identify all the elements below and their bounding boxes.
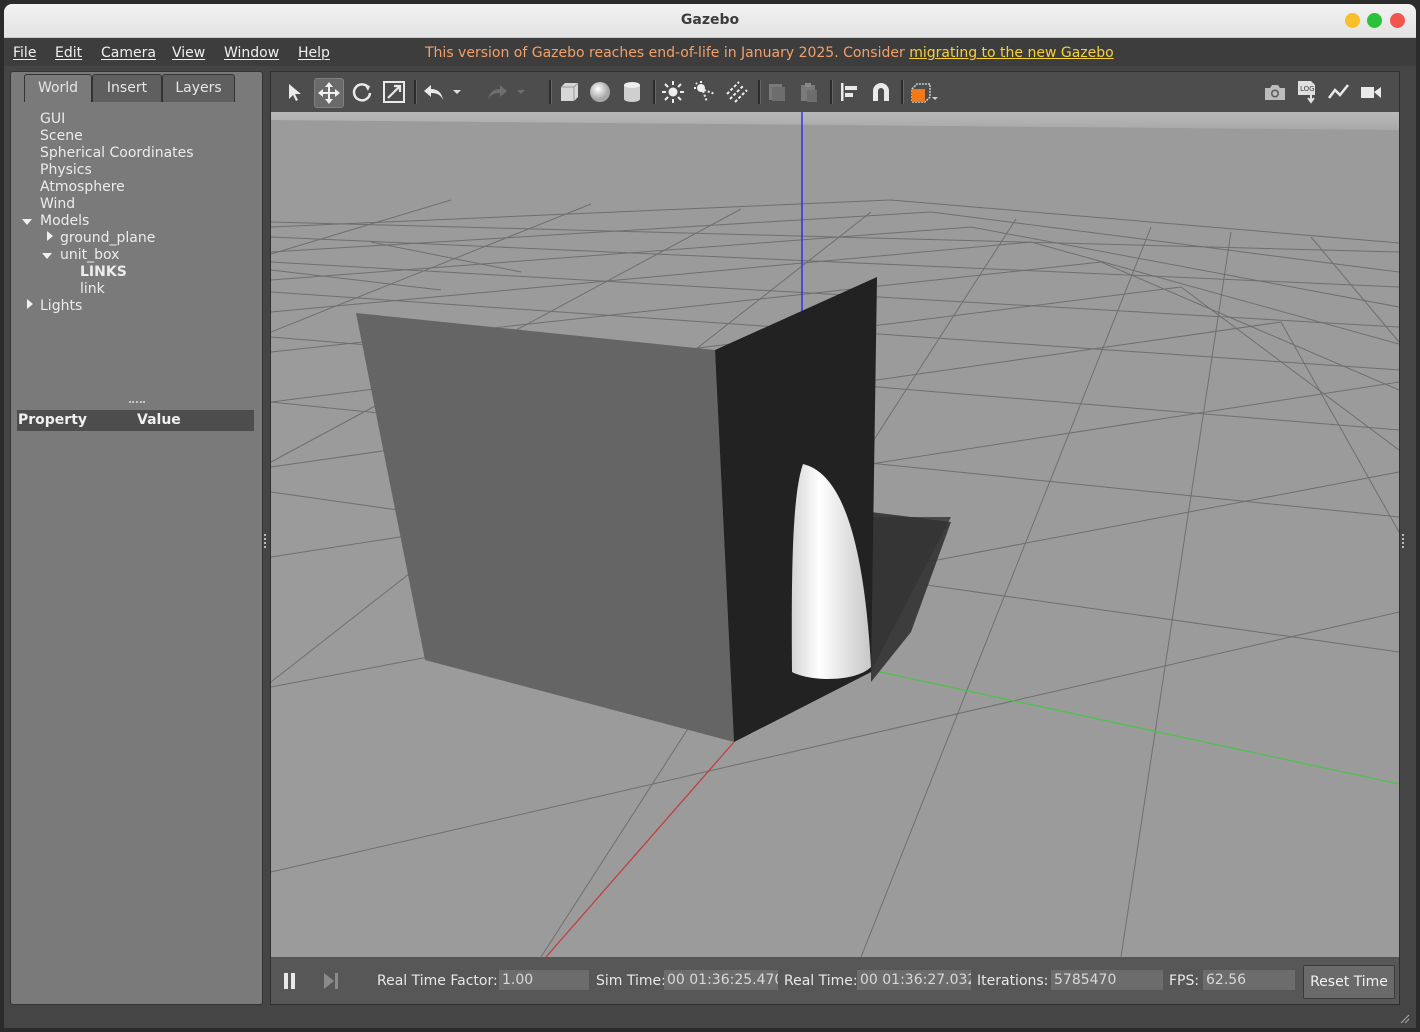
tree-item-spherical-coordinates[interactable]: Spherical Coordinates xyxy=(40,145,194,162)
directional-light-icon[interactable] xyxy=(723,78,751,106)
render-panel: LOG Real Time Factor: 1.00 Sim Time: 00 … xyxy=(270,71,1400,1005)
pause-icon[interactable] xyxy=(283,973,297,989)
gazebo-window: Gazebo File Edit Camera View Window Help… xyxy=(4,4,1416,1028)
translate-icon[interactable] xyxy=(314,78,344,108)
lights-expand-icon[interactable] xyxy=(27,299,33,309)
sim-time-label: Sim Time: xyxy=(596,973,666,989)
right-splitter-handle[interactable] xyxy=(1402,534,1406,548)
property-table-header: Property Value xyxy=(17,410,254,431)
tree-item-lights[interactable]: Lights xyxy=(40,298,82,315)
snap-icon[interactable] xyxy=(867,78,895,106)
tab-world[interactable]: World xyxy=(24,74,92,102)
toolbar-separator xyxy=(901,80,904,104)
eol-notice-text: This version of Gazebo reaches end-of-li… xyxy=(425,45,910,61)
tree-item-models[interactable]: Models xyxy=(40,213,89,230)
iterations-value: 5785470 xyxy=(1051,970,1163,990)
sphere-icon[interactable] xyxy=(586,78,614,106)
left-splitter-handle[interactable] xyxy=(264,534,268,548)
fps-value: 62.56 xyxy=(1203,970,1295,990)
menu-camera[interactable]: Camera xyxy=(101,45,156,61)
align-icon[interactable] xyxy=(835,78,863,106)
copy-icon[interactable] xyxy=(763,78,791,106)
tree-item-scene[interactable]: Scene xyxy=(40,128,83,145)
redo-dropdown-icon[interactable] xyxy=(514,78,528,106)
toolbar-separator xyxy=(414,80,417,104)
tab-insert[interactable]: Insert xyxy=(92,74,162,102)
view-angle-icon[interactable] xyxy=(907,78,941,106)
tree-item-wind[interactable]: Wind xyxy=(40,196,75,213)
real-time-factor-value: 1.00 xyxy=(499,970,589,990)
rotate-icon[interactable] xyxy=(348,78,376,106)
toolbar-separator xyxy=(549,80,552,104)
menu-file[interactable]: File xyxy=(13,45,36,61)
real-time-value: 00 01:36:27.032 xyxy=(857,970,971,990)
plot-icon[interactable] xyxy=(1325,78,1353,106)
reset-time-button[interactable]: Reset Time xyxy=(1303,965,1395,999)
ground-plane-expand-icon[interactable] xyxy=(47,231,53,241)
log-icon[interactable]: LOG xyxy=(1293,78,1321,106)
paste-icon[interactable] xyxy=(795,78,823,106)
window-title: Gazebo xyxy=(680,12,740,28)
tree-item-physics[interactable]: Physics xyxy=(40,162,92,179)
iterations-label: Iterations: xyxy=(977,973,1049,989)
step-icon[interactable] xyxy=(323,973,339,989)
time-panel: Real Time Factor: 1.00 Sim Time: 00 01:3… xyxy=(271,957,1399,1004)
video-record-icon[interactable] xyxy=(1357,78,1385,106)
tree-item-gui[interactable]: GUI xyxy=(40,111,65,128)
close-button[interactable] xyxy=(1390,13,1405,28)
undo-dropdown-icon[interactable] xyxy=(450,78,464,106)
point-light-icon[interactable] xyxy=(659,78,687,106)
scale-icon[interactable] xyxy=(380,78,408,106)
tree-item-unit-box[interactable]: unit_box xyxy=(60,247,119,264)
main-toolbar: LOG xyxy=(271,72,1399,112)
eol-notice: This version of Gazebo reaches end-of-li… xyxy=(425,45,1114,61)
resize-grip-icon[interactable] xyxy=(1398,1012,1410,1024)
real-time-label: Real Time: xyxy=(784,973,858,989)
maximize-button[interactable] xyxy=(1367,13,1382,28)
panel-splitter-grip[interactable] xyxy=(129,401,145,406)
value-column-header: Value xyxy=(137,412,181,428)
undo-icon[interactable] xyxy=(420,78,448,106)
3d-viewport[interactable] xyxy=(271,112,1399,957)
box-icon[interactable] xyxy=(555,78,583,106)
left-panel: World Insert Layers GUI Scene Spherical … xyxy=(10,71,263,1005)
real-time-factor-label: Real Time Factor: xyxy=(377,973,498,989)
title-bar: Gazebo xyxy=(4,4,1416,38)
sim-time-value: 00 01:36:25.470 xyxy=(664,970,778,990)
redo-icon[interactable] xyxy=(483,78,511,106)
property-column-header: Property xyxy=(18,412,88,428)
screenshot-icon[interactable] xyxy=(1261,78,1289,106)
tree-item-atmosphere[interactable]: Atmosphere xyxy=(40,179,125,196)
menu-help[interactable]: Help xyxy=(298,45,330,61)
models-expand-icon[interactable] xyxy=(22,219,32,225)
spot-light-icon[interactable] xyxy=(691,78,719,106)
menu-edit[interactable]: Edit xyxy=(55,45,82,61)
toolbar-separator xyxy=(653,80,656,104)
cylinder-icon[interactable] xyxy=(618,78,646,106)
toolbar-separator xyxy=(758,80,761,104)
menu-window[interactable]: Window xyxy=(224,45,279,61)
menu-view[interactable]: View xyxy=(172,45,205,61)
migration-link[interactable]: migrating to the new Gazebo xyxy=(909,45,1114,61)
svg-text:LOG: LOG xyxy=(1300,85,1315,93)
tree-item-ground-plane[interactable]: ground_plane xyxy=(60,230,155,247)
tree-item-link[interactable]: link xyxy=(80,281,105,298)
menu-bar: File Edit Camera View Window Help This v… xyxy=(4,38,1416,66)
unit-box-expand-icon[interactable] xyxy=(42,253,52,259)
fps-label: FPS: xyxy=(1169,973,1200,989)
toolbar-separator xyxy=(830,80,833,104)
tree-item-links-header: LINKS xyxy=(80,264,127,280)
minimize-button[interactable] xyxy=(1345,13,1360,28)
tab-layers[interactable]: Layers xyxy=(162,74,235,102)
scene-render xyxy=(271,112,1399,957)
select-arrow-icon[interactable] xyxy=(281,78,309,106)
